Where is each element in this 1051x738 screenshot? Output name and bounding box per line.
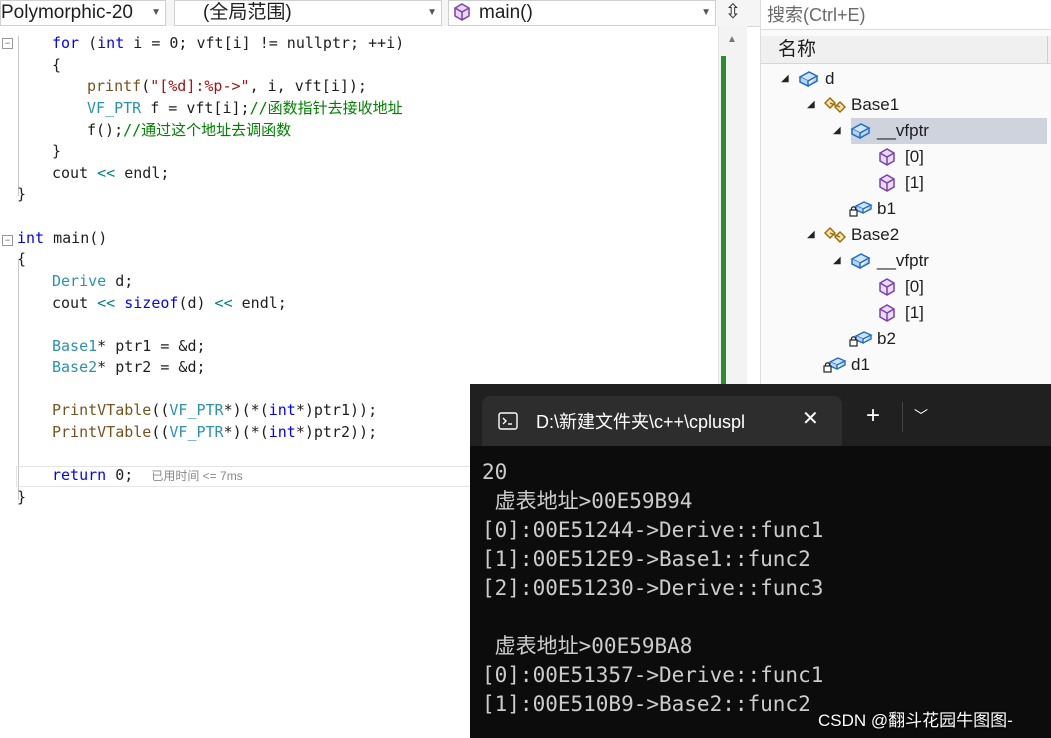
expand-triangle-icon[interactable]: ◢ <box>807 92 815 118</box>
terminal-line: [1]:00E512E9->Base1::func2 <box>482 547 811 571</box>
private-field-icon <box>823 357 847 373</box>
chevron-down-icon: ▼ <box>701 7 711 18</box>
editor-navigation-bar: Polymorphic-20 ▼ (全局范围) ▼ main() ▼ ⇳ <box>0 0 760 27</box>
code-line: } <box>17 488 27 506</box>
terminal-tab[interactable]: D:\新建文件夹\c++\cpluspl ✕ <box>482 396 842 446</box>
code-line: { <box>17 250 27 268</box>
column-separator[interactable] <box>1047 36 1048 64</box>
code-line: int main() <box>17 229 108 247</box>
new-tab-icon[interactable]: + <box>866 404 880 428</box>
base-class-icon <box>824 227 846 243</box>
split-editor-icon[interactable]: ⇳ <box>720 0 746 26</box>
terminal-window[interactable]: D:\新建文件夹\c++\cpluspl ✕ + ﹀ 20 虚表地址>00E59… <box>470 384 1051 738</box>
tree-node-label: b2 <box>877 329 896 348</box>
project-dropdown-label: Polymorphic-20 <box>1 2 133 23</box>
scope-dropdown[interactable]: (全局范围) ▼ <box>174 0 442 26</box>
chevron-down-icon: ▼ <box>427 7 437 18</box>
terminal-icon <box>498 412 518 430</box>
terminal-line: [1]:00E510B9->Base2::func2 <box>482 692 811 716</box>
expand-triangle-icon[interactable]: ◢ <box>781 66 789 92</box>
code-line: cout << endl; <box>52 164 170 182</box>
variable-icon <box>798 71 819 88</box>
code-line: printf("[%d]:%p->", i, vft[i]); <box>87 77 367 95</box>
expand-triangle-icon[interactable]: ◢ <box>833 118 841 144</box>
expand-triangle-icon[interactable]: ◢ <box>807 222 815 248</box>
code-line: Base1* ptr1 = &d; <box>52 337 206 355</box>
method-cube-icon <box>879 304 895 322</box>
code-line: cout << sizeof(d) << endl; <box>52 294 287 312</box>
code-line: PrintVTable((VF_PTR*)(*(int*)ptr2)); <box>52 423 378 441</box>
method-cube-icon <box>879 278 895 296</box>
code-line: { <box>52 56 62 74</box>
expand-triangle-icon[interactable]: ◢ <box>833 248 841 274</box>
project-dropdown[interactable]: Polymorphic-20 ▼ <box>0 0 166 26</box>
close-icon[interactable]: ✕ <box>802 406 819 431</box>
scope-dropdown-label: (全局范围) <box>203 2 292 23</box>
indent-guide <box>18 36 19 196</box>
chevron-down-icon[interactable]: ﹀ <box>914 406 928 426</box>
scroll-up-icon[interactable]: ▲ <box>727 34 737 45</box>
column-header-label: 名称 <box>778 39 817 60</box>
collapse-icon[interactable]: − <box>2 38 13 49</box>
variable-icon <box>850 123 871 140</box>
tree-node-label: Base2 <box>851 225 900 244</box>
tree-node-label: __vfptr <box>877 251 929 270</box>
tree-node-label: [0] <box>905 147 924 166</box>
collapse-icon[interactable]: − <box>2 235 13 246</box>
method-cube-icon <box>879 174 895 192</box>
terminal-tab-bar: D:\新建文件夹\c++\cpluspl ✕ + ﹀ <box>470 384 1051 446</box>
terminal-tab-title: D:\新建文件夹\c++\cpluspl <box>536 412 746 432</box>
tree-node-label: d <box>825 69 835 88</box>
code-line: Base2* ptr2 = &d; <box>52 358 206 376</box>
tree-node-label: d1 <box>851 355 870 374</box>
change-tracking-bar <box>721 56 726 386</box>
tree-node-label: [1] <box>905 303 924 322</box>
tree-node-label: __vfptr <box>877 121 929 140</box>
code-line: Derive d; <box>52 272 134 290</box>
function-dropdown[interactable]: main() ▼ <box>448 0 716 26</box>
code-line: PrintVTable((VF_PTR*)(*(int*)ptr1)); <box>52 401 378 419</box>
terminal-line: [2]:00E51230->Derive::func3 <box>482 576 824 600</box>
base-class-icon <box>824 97 846 113</box>
private-field-icon <box>849 201 873 217</box>
chevron-down-icon: ▼ <box>151 7 161 18</box>
tree-node-label: b1 <box>877 199 896 218</box>
code-line: f();//通过这个地址去调函数 <box>87 121 292 139</box>
tree-node-label: [0] <box>905 277 924 296</box>
terminal-line: 虚表地址>00E59BA8 <box>482 634 693 658</box>
watch-search-input[interactable]: 搜索(Ctrl+E) <box>761 0 1051 30</box>
code-line: return 0; 已用时间 <= 7ms <box>52 466 243 484</box>
code-line: } <box>17 185 27 203</box>
tree-node-label: Base1 <box>851 95 900 114</box>
tab-divider <box>902 402 903 432</box>
terminal-line: 20 <box>482 460 508 484</box>
perf-tip: 已用时间 <= 7ms <box>151 469 243 483</box>
column-header-name[interactable]: 名称 <box>761 36 1051 64</box>
terminal-line: 虚表地址>00E59B94 <box>482 489 693 513</box>
tree-node-label: [1] <box>905 173 924 192</box>
terminal-line: [0]:00E51244->Derive::func1 <box>482 518 824 542</box>
indent-guide <box>18 260 19 500</box>
variable-icon <box>850 253 871 270</box>
code-line: for (int i = 0; vft[i] != nullptr; ++i) <box>52 34 405 52</box>
watermark: CSDN @翻斗花园牛图图- <box>818 711 1013 730</box>
code-line: VF_PTR f = vft[i];//函数指针去接收地址 <box>87 99 403 117</box>
method-cube-icon <box>454 3 470 21</box>
terminal-line: [0]:00E51357->Derive::func1 <box>482 663 824 687</box>
private-field-icon <box>849 331 873 347</box>
method-cube-icon <box>879 148 895 166</box>
search-placeholder: 搜索(Ctrl+E) <box>767 5 866 25</box>
code-line: } <box>52 142 62 160</box>
